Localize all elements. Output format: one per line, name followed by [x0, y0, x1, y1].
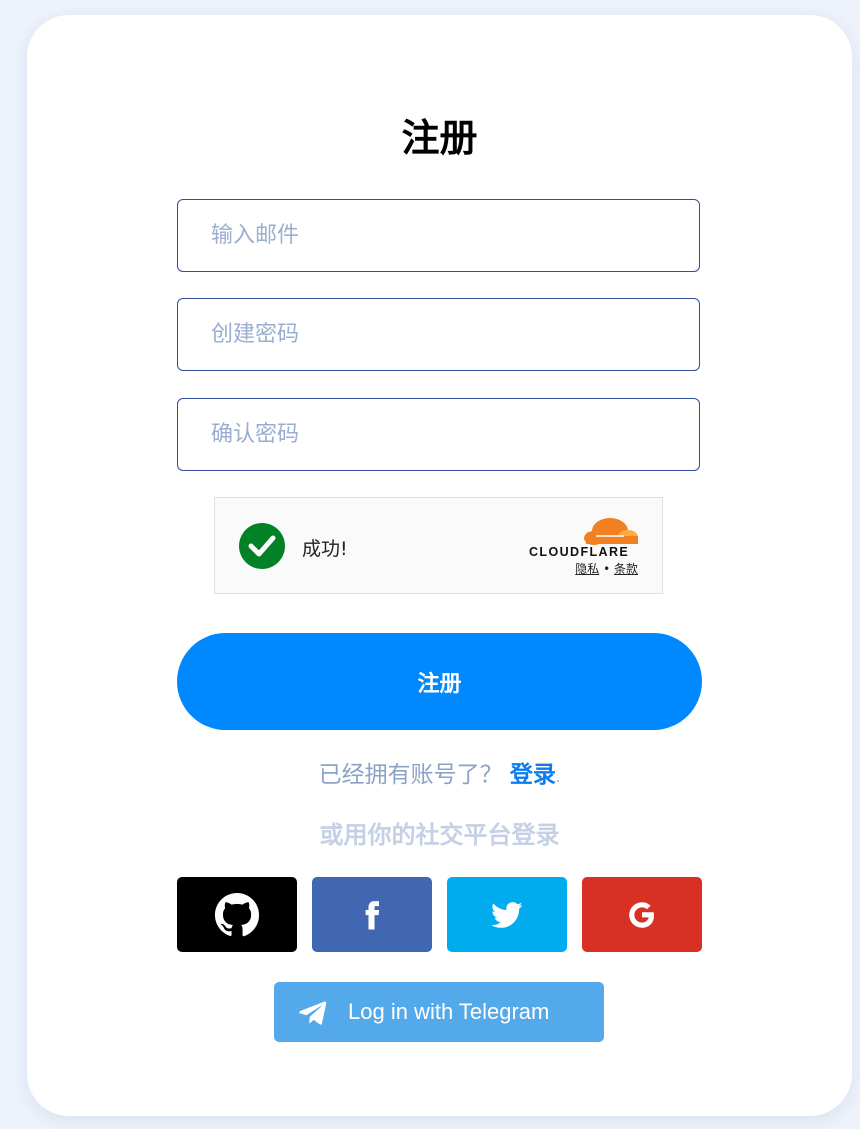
success-check-icon	[239, 523, 285, 569]
github-login-button[interactable]	[177, 877, 297, 952]
login-link[interactable]: 登录	[510, 762, 556, 788]
facebook-icon	[365, 900, 380, 929]
page-title: 注册	[401, 116, 478, 160]
telegram-icon	[299, 1001, 327, 1025]
captcha-links: 隐私 • 条款	[575, 560, 638, 577]
google-login-button[interactable]	[582, 877, 702, 952]
register-button[interactable]: 注册	[177, 633, 702, 730]
terms-link[interactable]: 条款	[614, 562, 638, 576]
login-prompt: 已经拥有账号了？ 登录.	[27, 755, 852, 789]
telegram-login-button[interactable]: Log in with Telegram	[274, 982, 604, 1042]
login-prompt-text: 已经拥有账号了？	[318, 762, 503, 788]
register-card: 注册 成功! CLOUDFLARE 隐私 • 条款 注册 已经拥有账号了？ 登录…	[27, 15, 852, 1116]
privacy-link[interactable]: 隐私	[575, 562, 599, 576]
cloudflare-captcha[interactable]: 成功! CLOUDFLARE 隐私 • 条款	[214, 497, 663, 594]
social-login-title: 或用你的社交平台登录	[319, 821, 560, 849]
cloudflare-logo-icon: CLOUDFLARE	[529, 518, 638, 558]
email-field[interactable]	[177, 199, 700, 272]
link-separator: •	[603, 562, 611, 576]
captcha-status: 成功!	[302, 538, 348, 560]
confirm-password-field[interactable]	[177, 398, 700, 471]
twitter-icon	[491, 901, 523, 928]
password-field[interactable]	[177, 298, 700, 371]
google-icon	[629, 901, 655, 928]
facebook-login-button[interactable]	[312, 877, 432, 952]
github-icon	[214, 892, 260, 936]
cloudflare-wordmark: CLOUDFLARE	[529, 545, 629, 558]
telegram-login-label: Log in with Telegram	[348, 999, 550, 1024]
login-prompt-suffix: .	[555, 770, 561, 786]
twitter-login-button[interactable]	[447, 877, 567, 952]
